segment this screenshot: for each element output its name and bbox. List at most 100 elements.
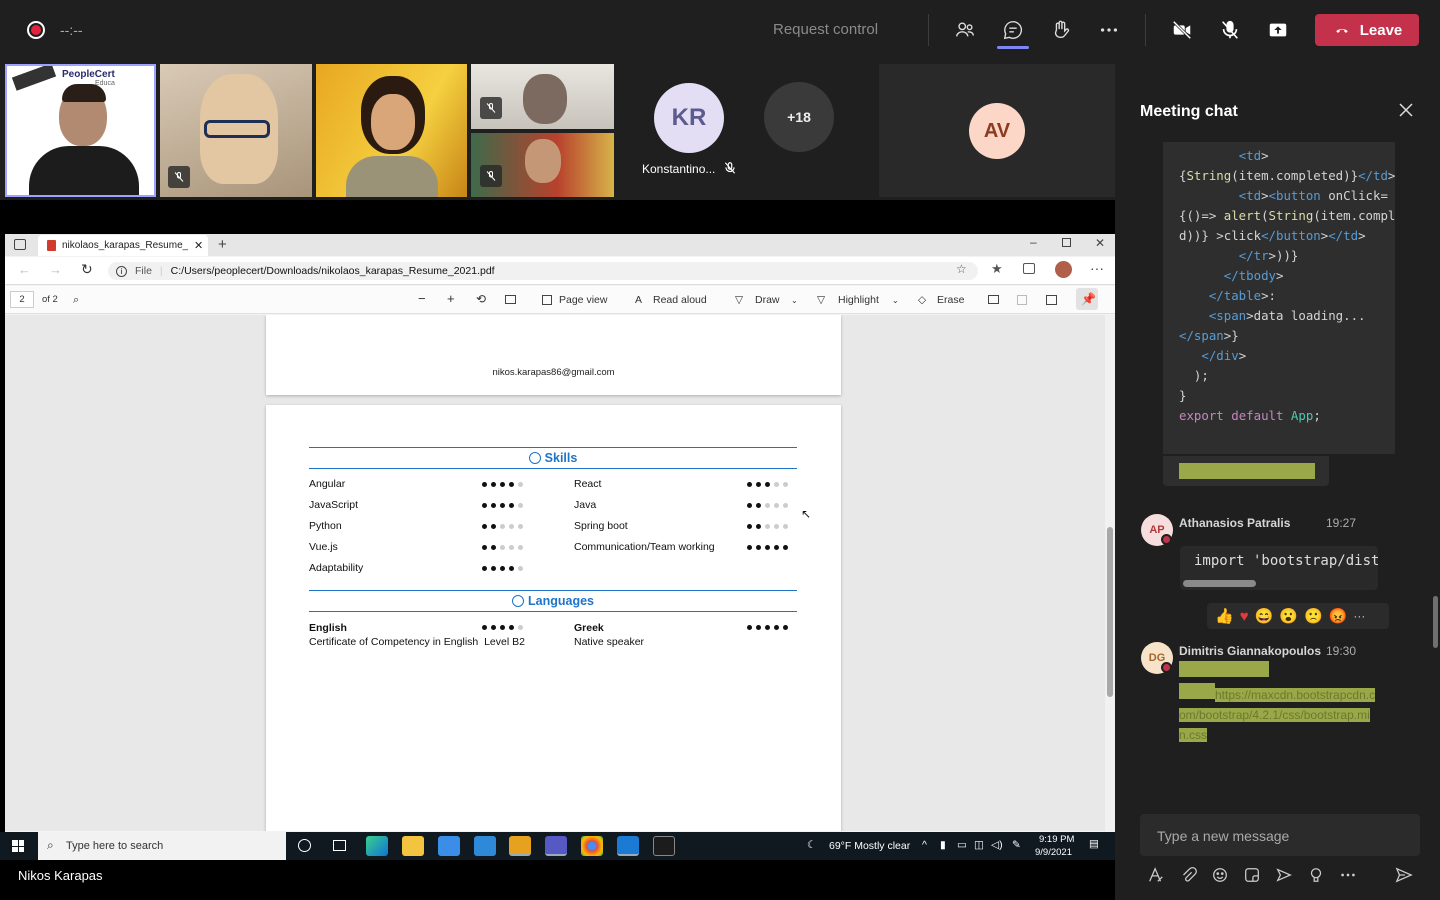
more-participants-button[interactable]: +18	[764, 82, 834, 152]
zoom-out-icon[interactable]: −	[418, 291, 426, 306]
network-icon[interactable]: ◫	[974, 839, 984, 851]
erase-button[interactable]: Erase	[937, 294, 964, 306]
clock-time[interactable]: 9:19 PM	[1039, 834, 1074, 845]
page-view-button[interactable]: Page view	[559, 294, 607, 306]
rating-dot	[518, 503, 523, 508]
share-screen-icon[interactable]	[1264, 16, 1292, 44]
edge-taskbar-icon[interactable]	[366, 836, 388, 856]
maximize-icon[interactable]	[1062, 238, 1071, 247]
rotate-icon[interactable]: ⟲	[476, 292, 486, 306]
highlight-button[interactable]: Highlight	[838, 294, 879, 306]
rating-dot	[774, 524, 779, 529]
laugh-reaction-icon[interactable]: 😄	[1255, 607, 1274, 625]
mail-icon[interactable]	[474, 836, 496, 856]
avatar-kr[interactable]: KR	[654, 83, 724, 153]
microphone-tray-icon[interactable]: ▮	[940, 839, 946, 851]
raise-hand-icon[interactable]	[1047, 16, 1075, 44]
zoom-in-icon[interactable]: +	[447, 291, 455, 306]
mic-off-icon[interactable]	[1216, 16, 1244, 44]
heart-reaction-icon[interactable]: ♥	[1240, 608, 1249, 625]
tab-actions-icon[interactable]	[14, 239, 26, 250]
store-icon[interactable]	[438, 836, 460, 856]
vscode-icon[interactable]	[617, 836, 639, 856]
code-scrollbar[interactable]	[1183, 580, 1256, 587]
draw-dropdown-icon[interactable]: ⌄	[791, 296, 798, 305]
tray-chevron-icon[interactable]: ^	[922, 839, 927, 851]
close-icon[interactable]	[1397, 101, 1415, 119]
profile-avatar[interactable]	[1055, 261, 1072, 278]
notification-icon[interactable]: ▤	[1089, 838, 1099, 850]
back-icon[interactable]: ←	[18, 262, 31, 277]
camera-off-icon[interactable]	[1168, 16, 1196, 44]
find-icon[interactable]: ⌕	[73, 294, 79, 307]
clock-date[interactable]: 9/9/2021	[1035, 847, 1072, 858]
surprised-reaction-icon[interactable]: 😮	[1279, 607, 1298, 625]
rating-dot	[747, 503, 752, 508]
file-explorer-icon[interactable]	[402, 836, 424, 856]
volume-icon[interactable]: ◁)	[991, 839, 1003, 851]
task-view-icon[interactable]	[333, 840, 346, 851]
minimize-icon[interactable]: –	[1030, 235, 1037, 249]
fit-page-icon[interactable]	[505, 295, 516, 304]
more-compose-icon[interactable]	[1338, 865, 1358, 885]
request-control-button[interactable]: Request control	[773, 21, 878, 38]
sticker-icon[interactable]	[1242, 865, 1262, 885]
chrome-icon[interactable]	[581, 836, 603, 856]
taskbar-search-input[interactable]: ⌕ Type here to search	[38, 832, 286, 860]
address-input[interactable]: i File | C:/Users/peoplecert/Downloads/n…	[108, 262, 978, 280]
more-options-icon[interactable]	[1095, 16, 1123, 44]
video-tile-presenter[interactable]: PeopleCert Educa	[5, 64, 156, 197]
settings-menu-icon[interactable]: ···	[1090, 260, 1104, 276]
windows-start-icon[interactable]	[12, 840, 24, 852]
video-tile-participant-2[interactable]	[160, 64, 312, 197]
more-reactions-icon[interactable]: ···	[1353, 609, 1365, 623]
draw-button[interactable]: Draw	[755, 294, 780, 306]
video-tile-participant-5[interactable]	[471, 133, 614, 197]
send-icon[interactable]	[1394, 865, 1414, 885]
close-tab-icon[interactable]: ✕	[194, 239, 203, 252]
video-tile-av[interactable]: AV	[879, 64, 1115, 197]
cortana-icon[interactable]	[298, 839, 311, 852]
emoji-icon[interactable]	[1210, 865, 1230, 885]
sad-reaction-icon[interactable]: 🙁	[1304, 607, 1323, 625]
pen-icon[interactable]: ✎	[1012, 839, 1021, 851]
collections-icon[interactable]	[1023, 263, 1035, 274]
attach-icon[interactable]	[1178, 865, 1198, 885]
save-as-icon[interactable]	[1046, 295, 1057, 305]
battery-icon[interactable]: ▭	[957, 839, 967, 851]
page-number-input[interactable]: 2	[10, 291, 34, 308]
refresh-icon[interactable]: ↻	[81, 261, 93, 278]
message-input[interactable]: Type a new message	[1140, 814, 1420, 856]
favorite-icon[interactable]: ☆	[956, 262, 967, 276]
favorites-icon[interactable]: ★	[991, 261, 1003, 277]
pdf-scrollbar[interactable]	[1105, 315, 1115, 831]
chat-title: Meeting chat	[1140, 103, 1238, 120]
leave-button[interactable]: Leave	[1315, 14, 1419, 46]
browser-tab[interactable]: nikolaos_karapas_Resume_2021.pdf ✕	[38, 235, 208, 256]
app-w-icon[interactable]	[509, 836, 531, 856]
schedule-meeting-icon[interactable]	[1274, 865, 1294, 885]
chat-scrollbar[interactable]	[1433, 596, 1438, 648]
format-icon[interactable]	[1146, 865, 1166, 885]
read-aloud-button[interactable]: Read aloud	[653, 294, 707, 306]
print-icon[interactable]	[988, 295, 999, 304]
chat-icon[interactable]	[999, 16, 1027, 44]
like-reaction-icon[interactable]: 👍	[1215, 607, 1234, 625]
weather-text[interactable]: 69°F Mostly clear	[829, 840, 910, 852]
rating-dot	[491, 482, 496, 487]
pdf-viewer[interactable]: nikos.karapas86@gmail.com Skills Angular…	[5, 315, 1105, 831]
video-tile-participant-4[interactable]	[471, 64, 614, 129]
close-window-icon[interactable]: ✕	[1095, 236, 1105, 250]
highlight-dropdown-icon[interactable]: ⌄	[892, 296, 899, 305]
terminal-icon[interactable]	[653, 836, 675, 856]
video-tile-participant-3[interactable]	[316, 64, 467, 197]
rating-dot	[765, 545, 770, 550]
praise-icon[interactable]	[1306, 865, 1326, 885]
new-tab-icon[interactable]: +	[218, 236, 227, 253]
teams-icon[interactable]	[545, 836, 567, 856]
angry-reaction-icon[interactable]: 😡	[1329, 607, 1348, 625]
pin-toolbar-icon[interactable]: 📌	[1081, 292, 1096, 306]
save-icon[interactable]	[1017, 295, 1027, 305]
forward-icon[interactable]: →	[49, 262, 62, 277]
participants-icon[interactable]	[951, 16, 979, 44]
